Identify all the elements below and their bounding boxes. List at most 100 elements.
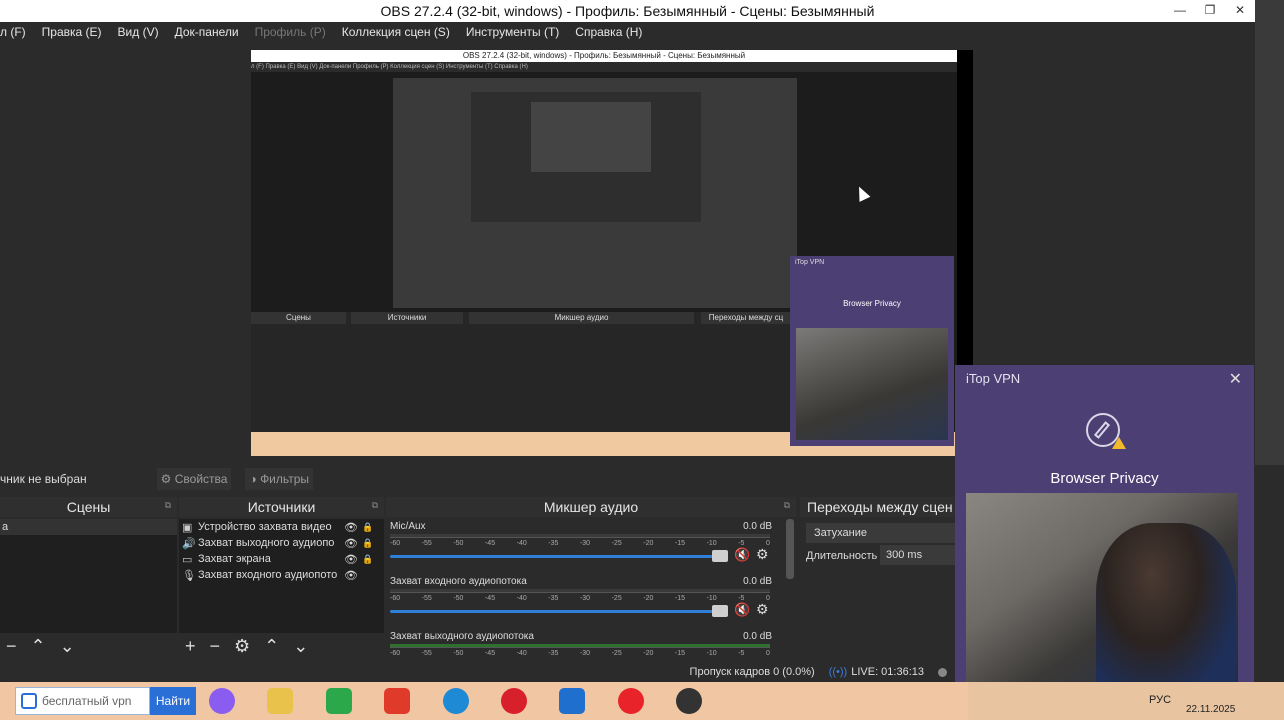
menu-item-scene-collection[interactable]: Коллекция сцен (S) [342, 25, 450, 39]
meter-tick-label: -50 [453, 595, 464, 602]
meter-tick-label: -5 [738, 595, 745, 602]
close-icon[interactable]: ✕ [1225, 0, 1255, 22]
meter-tick-label: -5 [738, 540, 745, 547]
float-icon[interactable]: ⧉ [165, 500, 171, 511]
alice-icon[interactable] [209, 688, 235, 714]
move-up-icon[interactable]: ⌃ [31, 636, 46, 657]
source-item[interactable]: 🎙 Захват входного аудиопото 👁 [179, 567, 384, 583]
menu-item-docks[interactable]: Док-панели [175, 25, 239, 39]
fader-knob[interactable] [712, 605, 728, 617]
scenes-dock: Сцены ⧉ а − ⌃ ⌄ [0, 497, 177, 659]
source-item[interactable]: ▭ Захват экрана 👁 🔒 [179, 551, 384, 567]
meter-tick-label: -30 [579, 595, 591, 602]
channel-name: Захват выходного аудиопотока [390, 631, 534, 642]
meter-tick-label: -40 [516, 540, 527, 547]
move-up-icon[interactable]: ⌃ [264, 636, 279, 657]
search-button[interactable]: Найти [150, 687, 196, 715]
menu-item-tools[interactable]: Инструменты (T) [466, 25, 559, 39]
mute-icon[interactable]: 🔇 [734, 547, 750, 563]
float-icon[interactable]: ⧉ [784, 500, 790, 511]
duration-input[interactable]: 300 ms [880, 545, 955, 565]
remove-scene-icon[interactable]: − [6, 636, 17, 657]
search-input[interactable]: бесплатный vpn [15, 687, 150, 715]
remove-source-icon[interactable]: − [210, 636, 221, 657]
nested-docks: Сцены Источники Микшер аудио Переходы ме… [251, 312, 791, 432]
volume-fader[interactable] [390, 555, 720, 558]
source-toolbar: чник не выбран ⚙ Свойства ◑ Фильтры [0, 465, 955, 493]
yandex-browser-icon[interactable] [384, 688, 410, 714]
meter-tick-label: -20 [643, 650, 654, 657]
fader-knob[interactable] [712, 550, 728, 562]
mute-icon[interactable]: 🔇 [734, 602, 750, 618]
transition-select[interactable]: Затухание [806, 523, 956, 543]
nested-mixer-header: Микшер аудио [469, 312, 694, 324]
filters-button[interactable]: ◑ Фильтры [245, 468, 313, 490]
meter-tick-label: -10 [706, 650, 717, 657]
scenes-list[interactable]: а [0, 519, 177, 633]
meter-tick-label: -15 [674, 595, 686, 602]
shield-icon[interactable] [559, 688, 585, 714]
source-item[interactable]: 🔊 Захват выходного аудиопо 👁 🔒 [179, 535, 384, 551]
volume-fader[interactable] [390, 610, 720, 613]
meter-tick-label: -10 [706, 540, 717, 547]
meter-tick-label: -60 [390, 650, 401, 657]
scene-item[interactable]: а [0, 519, 177, 535]
meter-ticks: -60 -55 -50 -45 -40 -35 -30 -25 -20 -15 -10 -5 0 [390, 595, 770, 602]
filter-icon: ◑ [249, 472, 257, 486]
restore-icon[interactable]: ❐ [1195, 0, 1225, 22]
lock-icon[interactable]: 🔒 [362, 538, 374, 549]
meter-tick-label: -15 [674, 540, 686, 547]
monitor-icon: ▭ [182, 553, 193, 566]
gear-icon[interactable]: ⚙ [756, 546, 769, 563]
edge-icon[interactable] [443, 688, 469, 714]
vpn-feature-name: Browser Privacy [1050, 470, 1159, 487]
meter-tick-label: -25 [611, 595, 622, 602]
rec-indicator-icon [938, 667, 947, 677]
move-down-icon[interactable]: ⌄ [293, 636, 308, 657]
eye-icon[interactable]: 👁 [344, 553, 362, 566]
compass-warning-icon [1086, 413, 1126, 449]
meter-tick-label: -50 [453, 540, 464, 547]
store-icon[interactable] [326, 688, 352, 714]
meter-tick-label: -55 [421, 650, 432, 657]
lock-icon[interactable]: 🔒 [362, 554, 374, 565]
mixer-channel: Захват выходного аудиопотока 0.0 dB -60 -… [390, 631, 772, 657]
menu-item-edit[interactable]: Правка (E) [42, 25, 102, 39]
volume-meter [390, 589, 770, 593]
eye-icon[interactable]: 👁 [344, 537, 362, 550]
gear-icon[interactable]: ⚙ [756, 601, 769, 618]
sources-toolbar: + − ⚙ ⌃ ⌄ [179, 633, 384, 659]
obs-icon[interactable] [676, 688, 702, 714]
minimize-icon[interactable]: — [1165, 0, 1195, 22]
add-source-icon[interactable]: + [185, 636, 196, 657]
clock-date[interactable]: 22.11.2025 [1186, 704, 1235, 715]
meter-ticks: -60 -55 -50 -45 -40 -35 -30 -25 -20 -15 -10 -5 0 [390, 540, 770, 547]
sources-list[interactable]: ▣ Устройство захвата видео 👁 🔒 🔊 Захват … [179, 519, 384, 633]
float-icon[interactable]: ⧉ [372, 500, 378, 511]
close-icon[interactable]: ✕ [1229, 369, 1242, 389]
properties-label: Свойства [174, 472, 228, 486]
properties-button[interactable]: ⚙ Свойства [156, 468, 232, 490]
sources-header: Источники ⧉ [179, 497, 384, 517]
transitions-title: Переходы между сцен [807, 499, 953, 515]
source-name: Устройство захвата видео [198, 521, 332, 533]
move-down-icon[interactable]: ⌄ [60, 636, 75, 657]
file-explorer-icon[interactable] [267, 688, 293, 714]
menu-item-help[interactable]: Справка (H) [575, 25, 642, 39]
gear-icon[interactable]: ⚙ [234, 636, 250, 657]
window-controls: — ❐ ✕ [1165, 0, 1255, 22]
yandex-icon[interactable] [618, 688, 644, 714]
mixer-scrollbar[interactable] [786, 519, 794, 579]
volume-meter [390, 534, 770, 538]
opera-icon[interactable] [501, 688, 527, 714]
eye-icon[interactable]: 👁 [344, 521, 362, 534]
menu-item-file[interactable]: л (F) [0, 25, 26, 39]
channel-name: Mic/Aux [390, 521, 426, 532]
menu-item-view[interactable]: Вид (V) [118, 25, 159, 39]
lock-icon[interactable]: 🔒 [362, 522, 374, 533]
sources-dock: Источники ⧉ ▣ Устройство захвата видео 👁… [179, 497, 384, 659]
eye-icon[interactable]: 👁 [344, 569, 362, 582]
language-indicator[interactable]: РУС [1149, 694, 1171, 706]
source-item[interactable]: ▣ Устройство захвата видео 👁 🔒 [179, 519, 384, 535]
menu-item-profile[interactable]: Профиль (P) [255, 25, 326, 39]
